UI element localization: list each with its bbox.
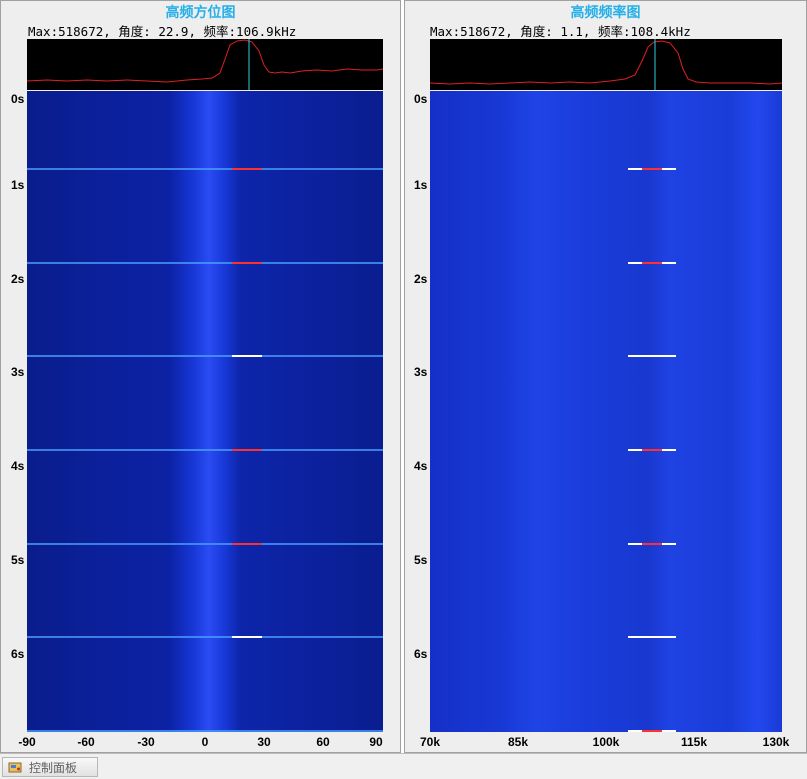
control-panel-icon	[8, 761, 23, 774]
azimuth-x-tick: -30	[137, 735, 155, 749]
frequency-x-tick: 115k	[680, 735, 708, 749]
frequency-x-tick: 100k	[592, 735, 620, 749]
frequency-x-tick: 130k	[762, 735, 790, 749]
frequency-waterfall-svg	[430, 91, 782, 732]
azimuth-y-tick: 0s	[11, 92, 25, 106]
azimuth-spectrum-line	[27, 39, 383, 83]
azimuth-x-tick: 30	[257, 735, 271, 749]
azimuth-y-tick: 1s	[11, 178, 25, 192]
frequency-y-tick: 0s	[414, 92, 428, 106]
azimuth-y-tick: 5s	[11, 553, 25, 567]
frequency-spectrum-svg	[430, 39, 782, 90]
azimuth-info-readout: Max:518672, 角度: 22.9, 频率:106.9kHz	[28, 24, 297, 39]
azimuth-spectrum-plot	[27, 39, 383, 90]
frequency-y-tick: 6s	[414, 647, 428, 661]
azimuth-x-tick: 60	[316, 735, 330, 749]
azimuth-x-tick: 0	[201, 735, 209, 749]
frequency-spectrum-plot	[430, 39, 782, 90]
frequency-x-tick: 70k	[419, 735, 441, 749]
azimuth-y-tick: 2s	[11, 272, 25, 286]
frequency-y-tick: 1s	[414, 178, 428, 192]
azimuth-panel-title: 高频方位图	[165, 5, 236, 21]
azimuth-x-tick: 90	[369, 735, 383, 749]
control-panel-label: 控制面板	[29, 760, 78, 775]
azimuth-panel: 高频方位图 Max:518672, 角度: 22.9, 频率:106.9kHz	[0, 0, 401, 753]
frequency-y-tick: 5s	[414, 553, 428, 567]
frequency-panel: 高频频率图 Max:518672, 角度: 1.1, 频率:108.4kHz 0…	[404, 0, 807, 753]
frequency-spectrum-line	[430, 40, 782, 85]
azimuth-y-tick: 4s	[11, 459, 25, 473]
azimuth-y-tick: 3s	[11, 365, 25, 379]
azimuth-y-tick: 6s	[11, 647, 25, 661]
azimuth-waterfall-svg	[27, 91, 383, 732]
azimuth-waterfall	[27, 91, 383, 732]
frequency-info-readout: Max:518672, 角度: 1.1, 频率:108.4kHz	[430, 24, 691, 39]
frequency-panel-title: 高频频率图	[570, 5, 641, 21]
frequency-y-tick: 3s	[414, 365, 428, 379]
frequency-x-tick: 85k	[507, 735, 529, 749]
azimuth-spectrum-svg	[27, 39, 383, 90]
frequency-waterfall	[430, 91, 782, 732]
status-bar: 控制面板	[0, 753, 807, 779]
frequency-y-tick: 2s	[414, 272, 428, 286]
azimuth-x-tick: -90	[18, 735, 36, 749]
frequency-y-tick: 4s	[414, 459, 428, 473]
azimuth-x-tick: -60	[77, 735, 95, 749]
control-panel-button[interactable]: 控制面板	[2, 757, 98, 777]
